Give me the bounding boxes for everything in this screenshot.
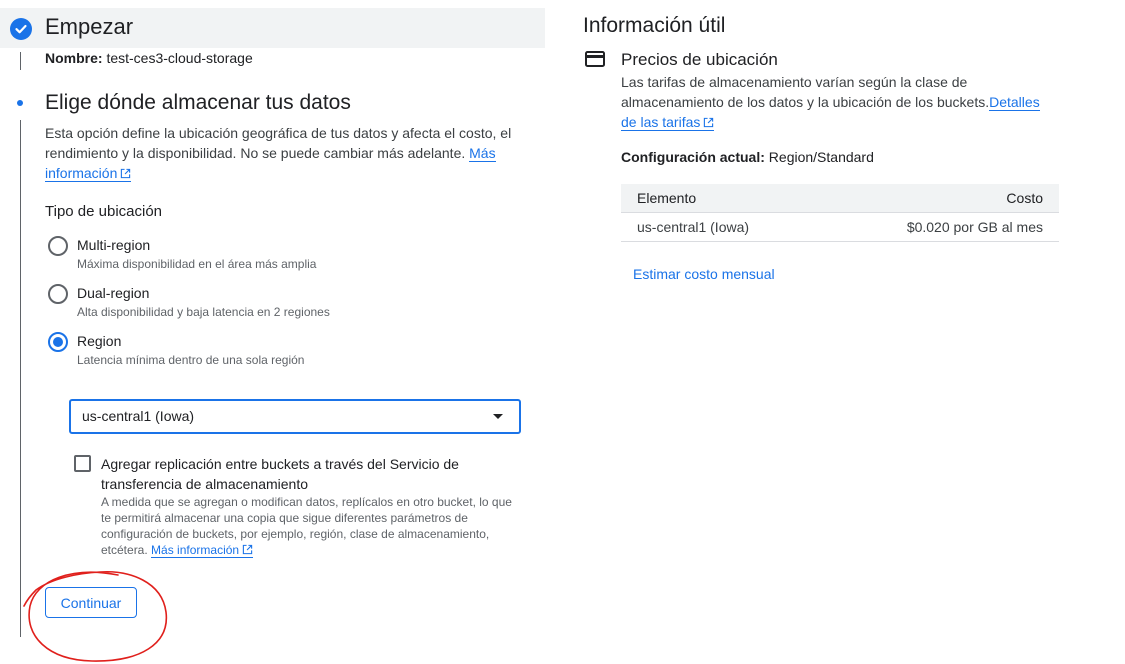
table-row: us-central1 (Iowa) $0.020 por GB al mes <box>621 213 1059 242</box>
stepper-rail <box>20 120 21 637</box>
step-2-title: Elige dónde almacenar tus datos <box>45 91 351 114</box>
radio-button[interactable] <box>48 236 68 256</box>
name-label: Nombre: <box>45 50 103 66</box>
dropdown-arrow-icon <box>493 414 503 419</box>
radio-label: Dual-region <box>77 285 150 301</box>
table-header: Elemento Costo <box>621 184 1059 213</box>
external-link-icon <box>242 544 253 555</box>
location-type-label: Tipo de ubicación <box>45 203 163 220</box>
continue-button[interactable]: Continuar <box>45 587 137 618</box>
radio-label: Region <box>77 333 122 349</box>
pricing-title: Precios de ubicación <box>621 50 778 69</box>
table-cell-item: us-central1 (Iowa) <box>637 219 750 235</box>
replication-checkbox[interactable] <box>74 455 91 472</box>
radio-sublabel: Latencia mínima dentro de una sola regió… <box>77 353 305 367</box>
info-panel-title: Información útil <box>583 14 726 37</box>
radio-button-selected[interactable] <box>48 332 68 352</box>
current-step-dot <box>17 100 23 106</box>
table-cell-cost: $0.020 por GB al mes <box>906 219 1043 235</box>
radio-label: Multi-region <box>77 237 151 253</box>
replication-description: A medida que se agregan o modifican dato… <box>101 494 521 558</box>
step-1-title: Empezar <box>45 14 134 39</box>
config-label: Configuración actual: <box>621 149 765 165</box>
stepper-rail <box>20 52 21 70</box>
region-select[interactable]: us-central1 (Iowa) <box>69 399 521 434</box>
radio-sublabel: Máxima disponibilidad en el área más amp… <box>77 257 317 271</box>
external-link-icon <box>704 117 714 128</box>
replication-label[interactable]: Agregar replicación entre buckets a trav… <box>101 454 501 494</box>
check-circle-icon <box>10 18 32 40</box>
pricing-description-text: Las tarifas de almacenamiento varían seg… <box>621 74 990 110</box>
column-header-item: Elemento <box>637 190 697 206</box>
external-link-icon <box>121 168 131 179</box>
name-value: test-ces3-cloud-storage <box>106 50 253 66</box>
replication-more-info-link[interactable]: Más información <box>151 543 254 558</box>
location-description-text: Esta opción define la ubicación geográfi… <box>45 125 512 161</box>
estimate-monthly-cost-link[interactable]: Estimar costo mensual <box>633 266 775 282</box>
current-config: Configuración actual: Region/Standard <box>621 149 874 165</box>
location-description: Esta opción define la ubicación geográfi… <box>45 123 525 183</box>
radio-sublabel: Alta disponibilidad y baja latencia en 2… <box>77 305 330 319</box>
bucket-name-summary: Nombre: test-ces3-cloud-storage <box>45 50 253 66</box>
credit-card-icon <box>585 51 605 67</box>
pricing-table: Elemento Costo us-central1 (Iowa) $0.020… <box>621 184 1059 242</box>
radio-button[interactable] <box>48 284 68 304</box>
region-select-value: us-central1 (Iowa) <box>82 408 195 424</box>
pricing-description: Las tarifas de almacenamiento varían seg… <box>621 72 1051 132</box>
column-header-cost: Costo <box>1006 190 1043 206</box>
config-value: Region/Standard <box>768 149 874 165</box>
